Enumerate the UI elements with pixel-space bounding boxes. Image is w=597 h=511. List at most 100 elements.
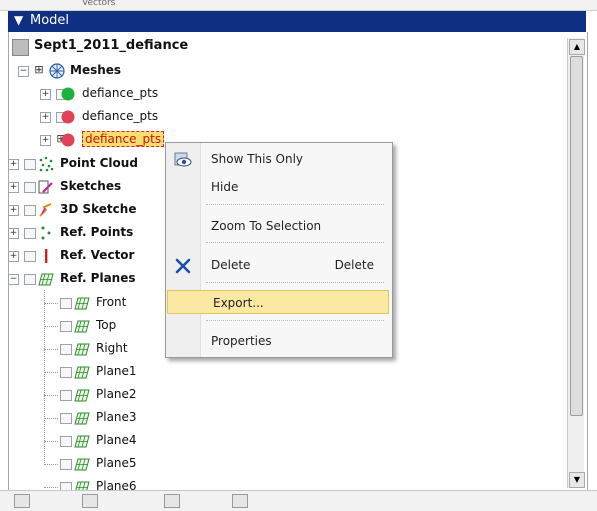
scroll-down-arrow-icon[interactable]: ▼ (569, 472, 585, 488)
sketch-icon (38, 180, 53, 194)
tree-item-label: Plane3 (96, 410, 137, 424)
tree-item-label: Front (96, 295, 127, 309)
menu-item-properties[interactable]: Properties (166, 329, 392, 353)
collapse-toggle[interactable]: − (8, 274, 19, 285)
menu-item-show-this-only[interactable]: Show This Only (166, 147, 392, 171)
visibility-toggle-icon[interactable] (60, 367, 72, 378)
3d-sketch-icon (39, 203, 52, 217)
visibility-toggle-icon[interactable] (60, 390, 72, 401)
tree-connector (44, 418, 58, 419)
tree-item-ref-vectors[interactable]: + Ref. Vector (8, 248, 178, 268)
expand-toggle[interactable]: + (40, 89, 51, 100)
menu-item-shortcut: Delete (334, 258, 374, 272)
tree-connector (44, 441, 58, 442)
ref-vector-icon (45, 249, 48, 263)
ref-plane-icon (74, 297, 90, 310)
expand-toggle[interactable]: + (8, 228, 19, 239)
tree-item-plane[interactable]: Front (42, 295, 162, 315)
expand-toggle[interactable]: + (8, 182, 19, 193)
ref-plane-icon (74, 366, 90, 379)
visibility-toggle-icon[interactable] (24, 228, 36, 239)
tree-item-label: Ref. Vector (60, 248, 135, 262)
ref-point-icon (41, 226, 51, 240)
menu-separator (206, 242, 384, 243)
visibility-toggle-icon[interactable]: ⊞ (34, 64, 44, 75)
tree-connector (44, 326, 58, 327)
visibility-toggle-icon[interactable] (24, 205, 36, 216)
tree-connector (44, 487, 58, 488)
tree-item-plane[interactable]: Plane4 (42, 433, 162, 453)
visibility-toggle-icon[interactable] (24, 159, 36, 170)
visibility-toggle-icon[interactable] (60, 436, 72, 447)
scrollbar-thumb[interactable] (570, 56, 583, 416)
tree-item-plane[interactable]: Plane5 (42, 456, 162, 476)
tree-item-label: defiance_pts (82, 131, 165, 147)
visibility-toggle-icon[interactable] (24, 251, 36, 262)
scroll-up-arrow-icon[interactable]: ▲ (569, 39, 585, 55)
tree-item-label: Plane5 (96, 456, 137, 470)
visibility-toggle-icon[interactable] (60, 459, 72, 470)
tree-connector (44, 395, 58, 396)
tree-item-mesh[interactable]: + defiance_pts (40, 109, 200, 129)
menu-item-label: Hide (211, 180, 239, 194)
collapse-toggle[interactable]: − (18, 66, 29, 77)
vertical-scrollbar[interactable]: ▲ ▼ (567, 38, 585, 488)
visibility-toggle-icon[interactable] (60, 344, 72, 355)
expand-toggle[interactable]: + (40, 112, 51, 123)
visibility-toggle-icon[interactable] (24, 182, 36, 193)
tree-item-plane[interactable]: Plane3 (42, 410, 162, 430)
ref-plane-icon (38, 273, 54, 286)
tree-item-plane[interactable]: Plane2 (42, 387, 162, 407)
tree-item-3d-sketches[interactable]: + 3D Sketche (8, 202, 178, 222)
model-root-icon (12, 39, 29, 56)
expand-toggle[interactable]: + (40, 135, 51, 146)
tree-item-point-cloud[interactable]: + Point Cloud (8, 156, 178, 176)
tree-item-label: Plane1 (96, 364, 137, 378)
model-panel-header[interactable]: ▼ Model (8, 11, 586, 32)
menu-item-hide[interactable]: Hide (166, 175, 392, 199)
menu-item-label: Export... (213, 296, 264, 310)
menu-item-export[interactable]: Export... (167, 290, 389, 314)
expand-toggle[interactable]: + (8, 251, 19, 262)
tree-item-mesh[interactable]: + defiance_pts (40, 86, 200, 106)
tree-item-sketches[interactable]: + Sketches (8, 179, 178, 199)
tree-item-label: Right (96, 341, 128, 355)
selected-item-label: defiance_pts (82, 131, 165, 147)
tree-item-ref-planes[interactable]: − Ref. Planes (8, 271, 178, 291)
tree-item-plane[interactable]: Plane1 (42, 364, 162, 384)
menu-item-delete[interactable]: Delete Delete (166, 253, 392, 277)
tree-item-label: defiance_pts (82, 86, 159, 100)
tree-item-plane[interactable]: Top (42, 318, 162, 338)
tree-item-label: Ref. Planes (60, 271, 136, 285)
mesh-icon (49, 63, 65, 79)
tree-item-ref-points[interactable]: + Ref. Points (8, 225, 178, 245)
collapse-triangle-icon[interactable]: ▼ (14, 13, 23, 27)
toolbar-icon[interactable] (164, 494, 180, 508)
tree-root-label: Sept1_2011_defiance (34, 38, 189, 53)
toolbar-icon[interactable] (14, 494, 30, 508)
visibility-toggle-icon[interactable] (24, 274, 36, 285)
visibility-toggle-icon[interactable] (60, 298, 72, 309)
visibility-toggle-icon[interactable] (60, 321, 72, 332)
tree-item-label: Sketches (60, 179, 122, 193)
tree-item-label: 3D Sketche (60, 202, 137, 216)
eye-icon (174, 152, 192, 167)
ref-plane-icon (74, 435, 90, 448)
toolbar-icon[interactable] (82, 494, 98, 508)
tree-connector (44, 303, 58, 304)
toolbar-icon[interactable] (232, 494, 248, 508)
tree-connector (44, 372, 58, 373)
red-dot-icon (61, 133, 75, 147)
ref-plane-icon (74, 343, 90, 356)
tree-connector (44, 464, 58, 465)
menu-item-zoom-to-selection[interactable]: Zoom To Selection (166, 214, 392, 238)
tree-item-meshes[interactable]: − ⊞ Meshes (18, 63, 218, 83)
green-dot-icon (61, 87, 75, 101)
ref-plane-icon (74, 412, 90, 425)
visibility-toggle-icon[interactable] (60, 413, 72, 424)
tree-item-label: Top (96, 318, 117, 332)
delete-x-icon (175, 258, 191, 274)
tree-item-plane[interactable]: Right (42, 341, 162, 361)
expand-toggle[interactable]: + (8, 205, 19, 216)
expand-toggle[interactable]: + (8, 159, 19, 170)
